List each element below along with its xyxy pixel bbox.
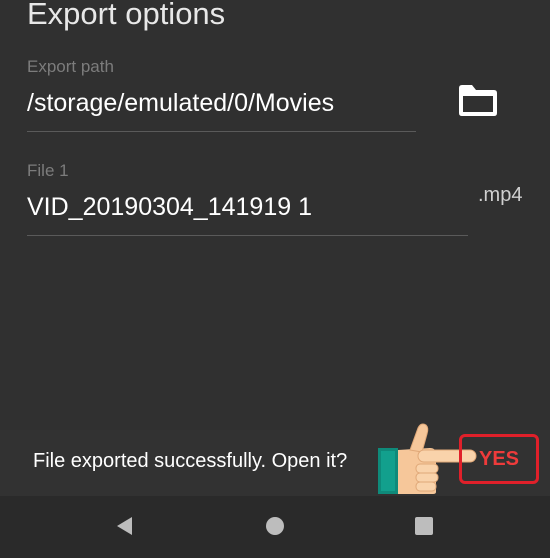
recents-square-icon[interactable] xyxy=(408,512,440,540)
file-name-label: File 1 xyxy=(27,161,69,180)
snackbar-message: File exported successfully. Open it? xyxy=(33,450,348,472)
export-path-underline xyxy=(27,131,416,132)
export-path-label: Export path xyxy=(27,57,114,76)
file-name-underline xyxy=(27,235,468,236)
file-name-field[interactable]: VID_20190304_141919 1 xyxy=(27,193,312,222)
yes-button[interactable]: YES xyxy=(459,434,539,484)
back-triangle-icon[interactable] xyxy=(109,512,141,540)
home-circle-icon[interactable] xyxy=(259,512,291,540)
folder-icon[interactable] xyxy=(457,82,499,118)
export-path-field[interactable]: /storage/emulated/0/Movies xyxy=(27,89,334,118)
file-extension-label: .mp4 xyxy=(478,184,523,206)
dialog-title: Export options xyxy=(27,0,226,31)
export-options-dialog: Export options Export path /storage/emul… xyxy=(0,0,550,430)
